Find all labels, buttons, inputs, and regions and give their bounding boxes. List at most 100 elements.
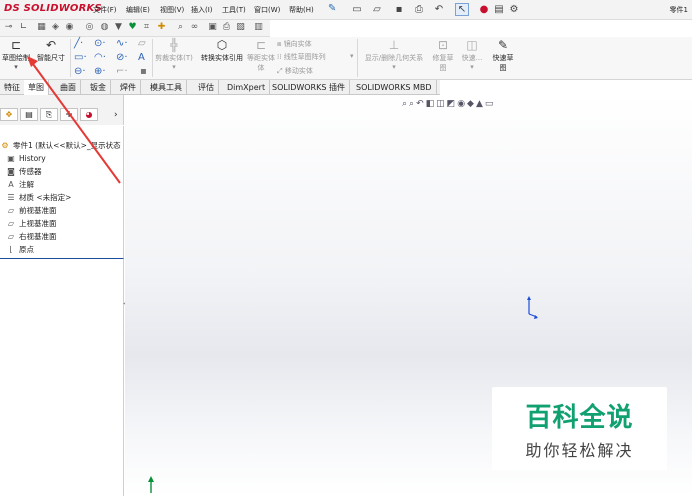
appearance-icon[interactable]: ◍ <box>99 22 110 33</box>
tab-solidworks-mbd[interactable]: SOLIDWORKS MBD <box>352 80 437 95</box>
repair-sketch-button[interactable]: ⊡ 修复草 图 <box>430 37 456 79</box>
fillet-icon[interactable]: ⌐· <box>116 66 128 77</box>
new-document-icon[interactable]: ▭ <box>350 3 364 16</box>
menu-insert[interactable]: 插入(I) <box>191 5 213 15</box>
tab-surfaces[interactable]: 曲面 <box>56 80 81 95</box>
tab-weldments[interactable]: 焊件 <box>116 80 141 95</box>
file-properties-icon[interactable]: ▤ <box>492 3 506 16</box>
hide-show-icon[interactable]: ◉ <box>457 99 467 109</box>
heads-up-view-toolbar: ⌕⌕↶◧◫◩◉◆▲▭ <box>402 99 495 109</box>
open-icon[interactable]: ▱ <box>370 3 384 16</box>
linear-pattern-button[interactable]: ⁞⁞ 线性草图阵列 <box>277 52 326 62</box>
tree-item-origin[interactable]: ⌊ 原点 <box>6 243 34 256</box>
section-view-icon[interactable]: ◧ <box>426 99 437 109</box>
tree-item-front-plane[interactable]: ▱ 前视基准面 <box>6 204 57 217</box>
tree-item-right-plane[interactable]: ▱ 右视基准面 <box>6 230 57 243</box>
options-gear-icon[interactable]: ⚙ <box>507 3 521 16</box>
zoom-to-fit-icon[interactable]: ⌕ <box>402 99 409 109</box>
tab-evaluate[interactable]: 评估 <box>194 80 219 95</box>
sphere-icon[interactable]: ◉ <box>64 22 75 33</box>
quick-snap-button[interactable]: ◫ 快速... ▾ <box>458 37 486 79</box>
arc-icon[interactable]: ◠· <box>94 52 106 63</box>
menu-view[interactable]: 视图(V) <box>160 5 184 15</box>
mirror-entities-button[interactable]: ⧈ 镜向实体 <box>277 39 312 49</box>
tab-features[interactable]: 特征 <box>0 80 25 95</box>
pin-icon[interactable]: ✎ <box>328 3 336 14</box>
sketch-button[interactable]: ⊏ 草图绘制 ▾ <box>0 37 32 79</box>
display-relations-button[interactable]: ⊥ 显示/删除几何关系 ▾ <box>360 37 428 79</box>
view-settings-icon[interactable]: ▭ <box>485 99 496 109</box>
grid-icon[interactable]: ⌗ <box>141 22 152 33</box>
cross-icon[interactable]: ✚ <box>156 22 167 33</box>
scene-icon[interactable]: ▲ <box>476 99 485 109</box>
plane-sketch-icon[interactable]: ▱ <box>138 38 146 49</box>
offset-icon: ⊏ <box>255 38 267 52</box>
rapid-sketch-button[interactable]: ✎ 快速草 图 <box>488 37 518 79</box>
trim-entities-button[interactable]: ╬ 剪裁实体(T) ▾ <box>154 37 194 79</box>
previous-view-icon[interactable]: ↶ <box>416 99 426 109</box>
document-title: 零件1 <box>669 6 688 14</box>
tab-solidworks-addins[interactable]: SOLIDWORKS 插件 <box>268 80 350 95</box>
rebuild-icon[interactable]: ● <box>477 3 491 16</box>
photo-icon[interactable]: ▧ <box>235 22 246 33</box>
print-preview-icon[interactable]: ⎙ <box>221 22 232 33</box>
tree-item-top-plane[interactable]: ▱ 上视基准面 <box>6 217 57 230</box>
tab-sketch[interactable]: 草图 <box>24 80 49 95</box>
point-icon[interactable]: ⊕· <box>94 66 106 77</box>
display-icon[interactable]: ▣ <box>207 22 218 33</box>
target-icon[interactable]: ◎ <box>84 22 95 33</box>
configuration-manager-tab-icon[interactable]: ⎘ <box>40 108 58 121</box>
slot-icon[interactable]: ⊖· <box>74 66 86 77</box>
appearance-icon[interactable]: ◆ <box>467 99 476 109</box>
tree-item-material[interactable]: ☰ 材质 <未指定> <box>6 191 71 204</box>
window-icon[interactable]: ▥ <box>253 22 264 33</box>
small-square-icon[interactable]: ▪ <box>140 66 147 77</box>
select-icon[interactable]: ↖ <box>455 3 469 16</box>
binocular-icon[interactable]: ∞ <box>189 22 200 33</box>
move-entities-button[interactable]: ⤢ 移动实体 <box>277 66 313 76</box>
zoom-icon[interactable]: ⌕ <box>175 22 186 33</box>
tree-item-sensors[interactable]: ◙ 传感器 <box>6 165 41 178</box>
line-icon[interactable]: ╱· <box>74 38 83 49</box>
pattern-dropdown-icon[interactable]: ▾ <box>350 52 354 60</box>
offset-entities-button[interactable]: ⊏ 等距实体 体 <box>247 37 275 79</box>
menu-help[interactable]: 帮助(H) <box>289 5 314 15</box>
chevron-right-icon[interactable]: › <box>114 110 118 120</box>
smart-dimension-button[interactable]: ↶ 智能尺寸 <box>33 37 69 79</box>
filter-icon[interactable]: ▼ <box>113 22 124 33</box>
featuremanager-tab-icon[interactable]: ✥ <box>0 108 18 121</box>
convert-entities-button[interactable]: ⬡ 转换实体引用 <box>198 37 246 79</box>
sketch-origin-icon[interactable]: ⊸ <box>3 22 14 33</box>
corner-icon[interactable]: ∟ <box>18 22 29 33</box>
rectangle-icon[interactable]: ▭· <box>74 52 87 63</box>
undo-icon[interactable]: ↶ <box>432 3 446 16</box>
heart-icon[interactable]: ♥ <box>127 22 138 33</box>
display-style-icon[interactable]: ◩ <box>447 99 458 109</box>
menu-tools[interactable]: 工具(T) <box>222 5 246 15</box>
annotation-icon: A <box>8 179 14 189</box>
view-orientation-icon[interactable]: ◫ <box>436 99 447 109</box>
property-manager-tab-icon[interactable]: ▤ <box>20 108 38 121</box>
spline-icon[interactable]: ∿· <box>116 38 128 49</box>
tab-sheet-metal[interactable]: 钣金 <box>86 80 111 95</box>
save-icon[interactable]: ▪ <box>392 3 406 16</box>
trim-icon: ╬ <box>170 38 178 52</box>
print-icon[interactable]: ⎙ <box>412 3 426 16</box>
solidworks-logo[interactable]: DS SOLIDWORKS <box>4 3 102 14</box>
tree-item-history[interactable]: ▣ History <box>6 152 45 165</box>
display-manager-tab-icon[interactable]: ◕ <box>80 108 98 121</box>
text-icon[interactable]: A <box>138 52 145 63</box>
tab-dimxpert[interactable]: DimXpert <box>223 80 271 95</box>
view-icon[interactable]: ▦ <box>36 22 47 33</box>
watermark-subtitle: 助你轻松解决 <box>525 440 634 460</box>
circle-icon[interactable]: ⊙· <box>94 38 106 49</box>
menu-edit[interactable]: 编辑(E) <box>126 5 150 15</box>
polygon-icon[interactable]: ⊘· <box>116 52 128 63</box>
dimxpert-manager-tab-icon[interactable]: ✛ <box>60 108 78 121</box>
tree-root[interactable]: ⚙ 零件1 (默认<<默认>_显示状态 <box>0 139 120 152</box>
tree-item-annotations[interactable]: A 注解 <box>6 178 34 191</box>
menu-file[interactable]: 文件(F) <box>93 5 117 15</box>
menu-window[interactable]: 窗口(W) <box>254 5 280 15</box>
tab-mold-tools[interactable]: 模具工具 <box>146 80 187 95</box>
shaded-icon[interactable]: ◈ <box>50 22 61 33</box>
